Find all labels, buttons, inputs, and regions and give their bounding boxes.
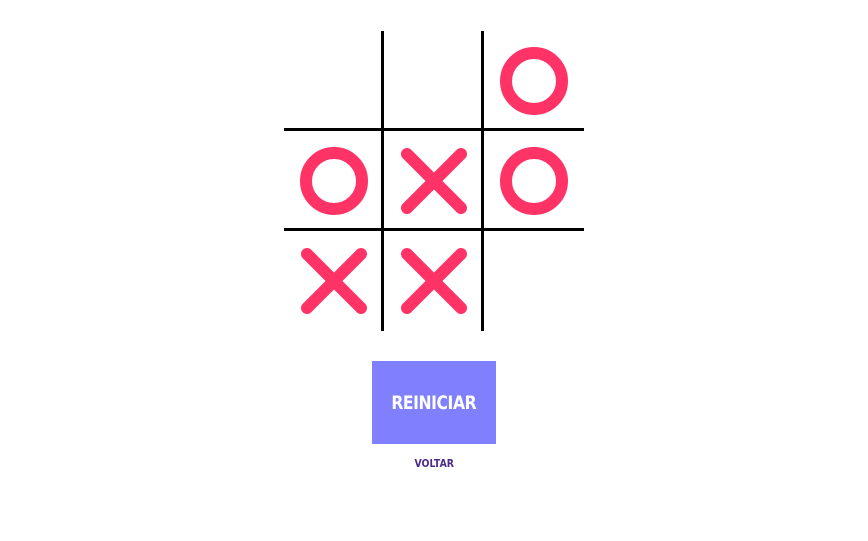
board-cell-r2-c2[interactable] — [384, 131, 484, 231]
o-mark-icon — [500, 47, 568, 115]
board-cell-r1-c3[interactable] — [484, 31, 584, 131]
restart-button-label: REINICIAR — [391, 391, 477, 414]
x-mark-icon — [401, 148, 467, 214]
board-cell-r2-c1[interactable] — [284, 131, 384, 231]
game-screen: REINICIAR VOLTAR — [0, 0, 868, 541]
o-mark-icon — [300, 147, 368, 215]
board-cell-r1-c2[interactable] — [384, 31, 484, 131]
board-cell-r3-c1[interactable] — [284, 231, 384, 331]
back-link-label: VOLTAR — [414, 457, 454, 470]
restart-button[interactable]: REINICIAR — [372, 361, 496, 444]
back-link[interactable]: VOLTAR — [384, 456, 484, 472]
tic-tac-toe-board — [284, 31, 584, 331]
o-mark-icon — [500, 147, 568, 215]
board-cell-r3-c2[interactable] — [384, 231, 484, 331]
board-cell-r3-c3[interactable] — [484, 231, 584, 331]
x-mark-icon — [301, 248, 367, 314]
board-cell-r1-c1[interactable] — [284, 31, 384, 131]
x-mark-icon — [401, 248, 467, 314]
board-cell-r2-c3[interactable] — [484, 131, 584, 231]
